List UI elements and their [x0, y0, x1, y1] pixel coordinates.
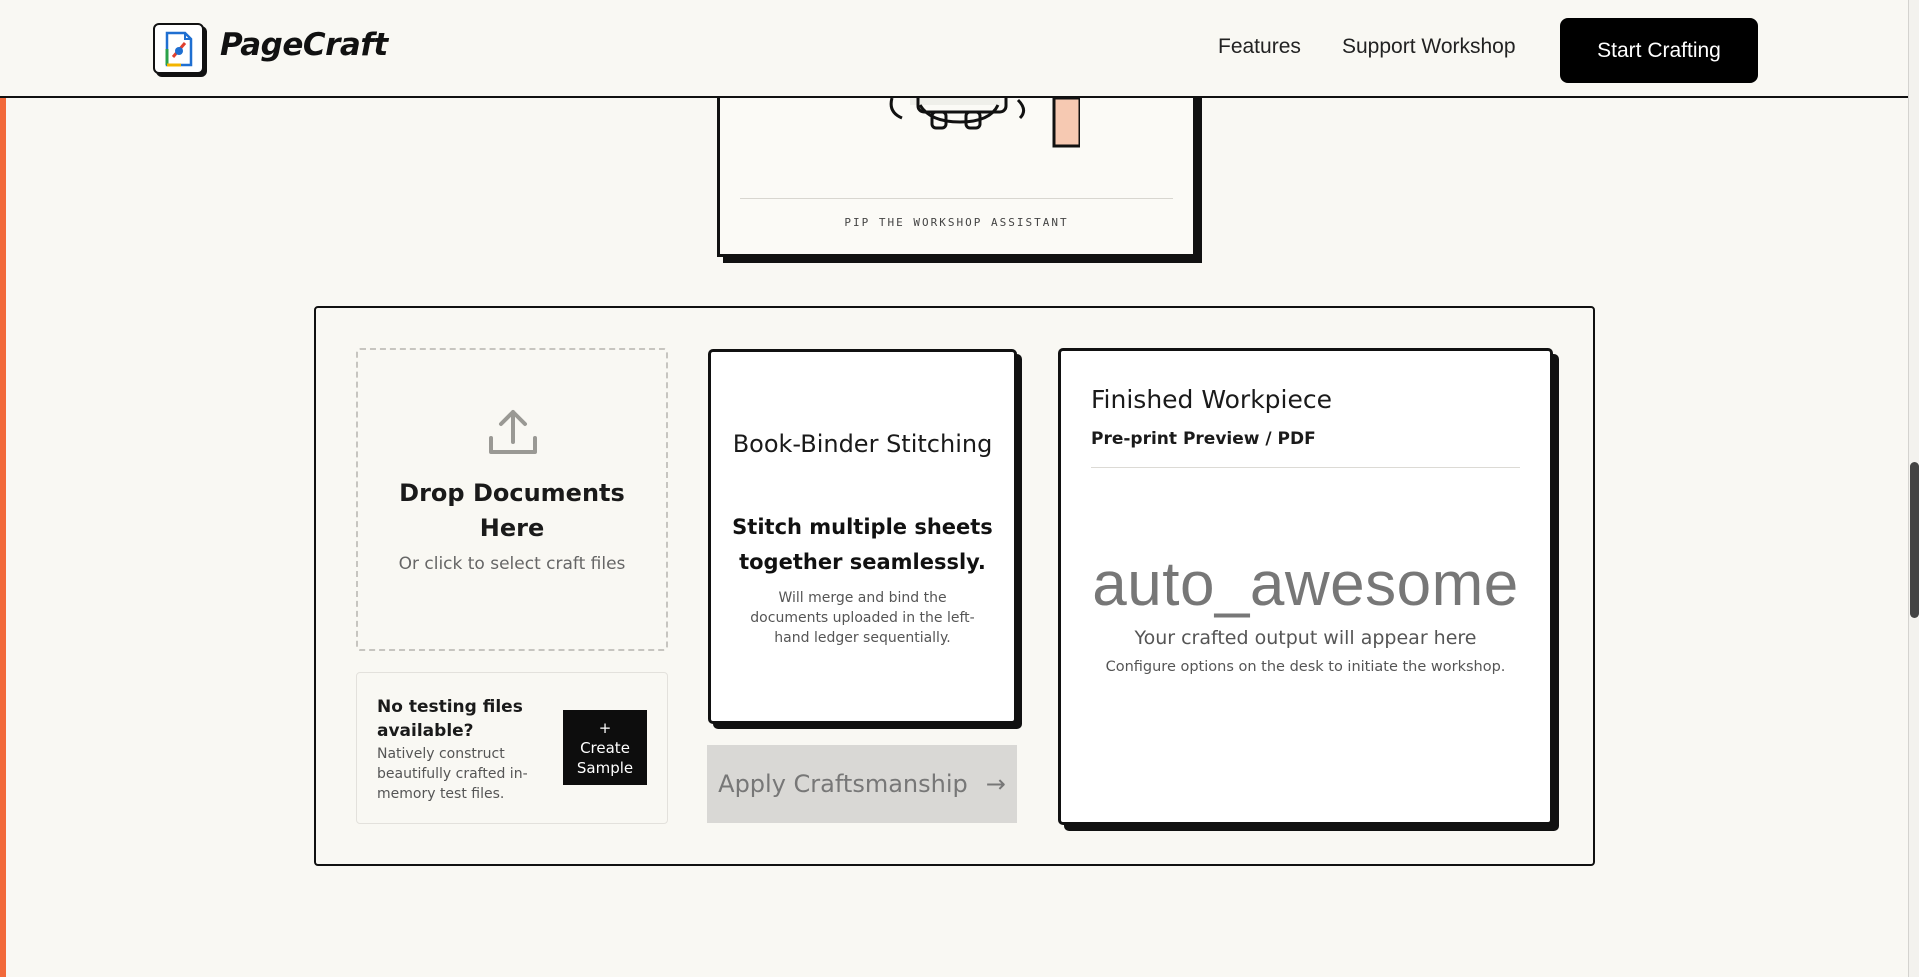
- document-dropzone[interactable]: Drop Documents Here Or click to select c…: [356, 348, 668, 651]
- tool-card-book-binder[interactable]: Book-Binder Stitching Stitch multiple sh…: [708, 349, 1017, 724]
- scrollbar-thumb[interactable]: [1910, 462, 1919, 618]
- tool-title: Book-Binder Stitching: [732, 430, 993, 458]
- start-crafting-button[interactable]: Start Crafting: [1560, 18, 1758, 83]
- create-sample-button[interactable]: + Create Sample: [563, 710, 647, 785]
- upload-icon: [489, 410, 537, 454]
- dropzone-title: Drop Documents Here: [399, 479, 625, 542]
- brand-name[interactable]: PageCraft: [220, 27, 388, 63]
- arrow-right-icon: →: [985, 770, 1006, 798]
- dropzone-subtitle: Or click to select craft files: [398, 554, 626, 574]
- create-sample-label: Create Sample: [576, 738, 634, 777]
- accent-strip: [0, 97, 6, 977]
- sample-files-panel: No testing files available? Natively con…: [356, 672, 668, 824]
- sample-description: Natively construct beautifully crafted i…: [377, 746, 528, 802]
- output-preview-card: Finished Workpiece Pre-print Preview / P…: [1058, 348, 1553, 825]
- output-subtitle: Pre-print Preview / PDF: [1091, 429, 1316, 449]
- logo-icon: [165, 31, 192, 66]
- apply-craftsmanship-button[interactable]: Apply Craftsmanship →: [707, 745, 1017, 823]
- mascot-divider: [740, 198, 1173, 199]
- plus-icon: +: [598, 718, 612, 737]
- page-viewport: PIP THE WORKSHOP ASSISTANT PageCraft Fea…: [0, 0, 1908, 977]
- top-navbar: PageCraft Features Support Workshop Star…: [0, 0, 1908, 98]
- tool-headline: Stitch multiple sheets together seamless…: [732, 515, 993, 574]
- output-placeholder-hint: Configure options on the desk to initiat…: [1105, 659, 1506, 675]
- nav-features-link[interactable]: Features: [1218, 35, 1301, 59]
- auto-awesome-icon: auto_awesome: [1092, 550, 1519, 619]
- pagecraft-logo[interactable]: [153, 23, 204, 74]
- apply-label: Apply Craftsmanship: [718, 770, 968, 798]
- output-title: Finished Workpiece: [1091, 385, 1332, 414]
- sample-title: No testing files available?: [377, 697, 523, 741]
- output-placeholder-message: Your crafted output will appear here: [1134, 627, 1477, 649]
- tool-description: Will merge and bind the documents upload…: [750, 590, 975, 646]
- mascot-caption: PIP THE WORKSHOP ASSISTANT: [844, 216, 1069, 229]
- nav-support-workshop-link[interactable]: Support Workshop: [1342, 35, 1516, 59]
- output-divider: [1091, 467, 1520, 468]
